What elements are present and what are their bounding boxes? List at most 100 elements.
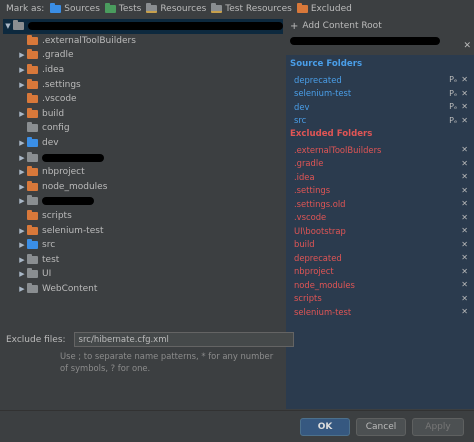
- folder-controls: Pₑ ✕: [449, 89, 468, 98]
- excluded-folder-item: .settings.old ✕: [294, 197, 468, 210]
- tree-item[interactable]: ▶ selenium-test: [3, 223, 283, 238]
- mark-test-resources-button[interactable]: Test Resources: [211, 3, 292, 14]
- expand-arrow-icon[interactable]: ▶: [17, 270, 27, 278]
- folder-icon: [27, 210, 38, 221]
- exclude-files-input[interactable]: [73, 332, 294, 347]
- tree-item[interactable]: ▶ .settings: [3, 77, 283, 92]
- folder-controls: ✕: [461, 226, 468, 235]
- remove-folder-icon[interactable]: ✕: [461, 226, 468, 235]
- tree-item[interactable]: ▶ WebContent: [3, 282, 283, 297]
- remove-folder-icon[interactable]: ✕: [461, 102, 468, 111]
- expand-arrow-icon[interactable]: ▶: [17, 183, 27, 191]
- tree-item[interactable]: .externalToolBuilders: [3, 34, 283, 49]
- folder-icon: [27, 49, 38, 60]
- tree-item[interactable]: scripts: [3, 209, 283, 224]
- tree-item[interactable]: config: [3, 121, 283, 136]
- tree-item[interactable]: ▶ .gradle: [3, 48, 283, 63]
- mark-sources-button[interactable]: Sources: [50, 3, 100, 14]
- add-content-root-button[interactable]: + Add Content Root: [286, 19, 474, 33]
- expand-arrow-icon[interactable]: ▶: [17, 81, 27, 89]
- excluded-folder-item: nbproject ✕: [294, 265, 468, 278]
- tree-item[interactable]: ▶: [3, 150, 283, 165]
- tree-item-label: WebContent: [42, 283, 98, 294]
- tree-item[interactable]: ▶ build: [3, 107, 283, 122]
- exclude-files-label: Exclude files:: [6, 334, 66, 345]
- remove-folder-icon[interactable]: ✕: [461, 294, 468, 303]
- folder-controls: ✕: [461, 267, 468, 276]
- expand-arrow-icon[interactable]: ▶: [17, 285, 27, 293]
- folder-controls: ✕: [461, 172, 468, 181]
- tree-item[interactable]: ▶ nbproject: [3, 165, 283, 180]
- expand-arrow-icon[interactable]: ▶: [17, 241, 27, 249]
- expand-arrow-icon[interactable]: ▶: [17, 168, 27, 176]
- tree-root-row[interactable]: ▼: [3, 19, 283, 34]
- folder-tree[interactable]: ▼ .externalToolBuilders ▶ .gradle ▶ .idea ▶ .s…: [3, 19, 283, 319]
- edit-package-prefix-icon[interactable]: Pₑ: [449, 116, 457, 125]
- expand-arrow-icon[interactable]: ▶: [17, 110, 27, 118]
- tree-item[interactable]: ▶: [3, 194, 283, 209]
- edit-package-prefix-icon[interactable]: Pₑ: [449, 75, 457, 84]
- mark-as-toolbar: Mark as: Sources Tests Resources Test Re…: [0, 0, 474, 18]
- source-folder-item: selenium-test Pₑ ✕: [294, 87, 468, 100]
- redacted-folder-name: [42, 153, 104, 162]
- tree-item[interactable]: ▶ dev: [3, 136, 283, 151]
- cancel-button[interactable]: Cancel: [356, 418, 406, 436]
- excluded-folder-item: .settings ✕: [294, 184, 468, 197]
- remove-folder-icon[interactable]: ✕: [461, 213, 468, 222]
- remove-folder-icon[interactable]: ✕: [461, 116, 468, 125]
- excluded-folder-item: deprecated ✕: [294, 251, 468, 264]
- blue-folder-icon: [50, 3, 62, 13]
- remove-content-root-icon[interactable]: ✕: [463, 41, 471, 51]
- tree-item[interactable]: ▶ UI: [3, 267, 283, 282]
- expand-arrow-icon[interactable]: ▶: [17, 227, 27, 235]
- folder-name: .vscode: [294, 212, 327, 222]
- remove-folder-icon[interactable]: ✕: [461, 240, 468, 249]
- edit-package-prefix-icon[interactable]: Pₑ: [449, 89, 457, 98]
- remove-folder-icon[interactable]: ✕: [461, 172, 468, 181]
- remove-folder-icon[interactable]: ✕: [461, 199, 468, 208]
- folder-icon: [27, 282, 38, 293]
- mark-excluded-button[interactable]: Excluded: [296, 3, 352, 14]
- expand-arrow-icon[interactable]: ▶: [17, 139, 27, 147]
- remove-folder-icon[interactable]: ✕: [461, 280, 468, 289]
- folder-name: dev: [294, 101, 310, 112]
- tree-item[interactable]: .vscode: [3, 92, 283, 107]
- expand-arrow-icon[interactable]: ▶: [17, 66, 27, 74]
- folder-name: nbproject: [294, 266, 334, 276]
- mark-as-label: Mark as:: [6, 4, 45, 14]
- folder-name: .settings.old: [294, 198, 346, 209]
- folder-icon: [27, 78, 38, 89]
- redacted-folder-name: [42, 197, 94, 206]
- remove-folder-icon[interactable]: ✕: [461, 145, 468, 154]
- remove-folder-icon[interactable]: ✕: [461, 89, 468, 98]
- apply-button[interactable]: Apply: [412, 418, 464, 436]
- tree-item[interactable]: ▶ test: [3, 253, 283, 268]
- mark-tests-button[interactable]: Tests: [104, 3, 141, 14]
- expand-arrow-icon[interactable]: ▶: [17, 154, 27, 162]
- remove-folder-icon[interactable]: ✕: [461, 267, 468, 276]
- remove-folder-icon[interactable]: ✕: [461, 159, 468, 168]
- expand-arrow-icon[interactable]: ▶: [17, 256, 27, 264]
- excluded-folder-item: .idea ✕: [294, 170, 468, 183]
- content-root-panel: + Add Content Root ✕ Source Folders depr…: [286, 19, 474, 409]
- remove-folder-icon[interactable]: ✕: [461, 253, 468, 262]
- tree-item-label: scripts: [42, 211, 72, 222]
- folder-name: UI\bootstrap: [294, 225, 346, 236]
- remove-folder-icon[interactable]: ✕: [461, 186, 468, 195]
- tree-item[interactable]: ▶ .idea: [3, 63, 283, 78]
- expand-arrow-icon[interactable]: ▼: [3, 22, 13, 30]
- expand-arrow-icon[interactable]: ▶: [17, 197, 27, 205]
- tree-item[interactable]: ▶ src: [3, 238, 283, 253]
- remove-folder-icon[interactable]: ✕: [461, 307, 468, 316]
- edit-package-prefix-icon[interactable]: Pₑ: [449, 102, 457, 111]
- folder-controls: ✕: [461, 253, 468, 262]
- exclude-files-hint: Use ; to separate name patterns, * for a…: [60, 351, 274, 373]
- remove-folder-icon[interactable]: ✕: [461, 75, 468, 84]
- expand-arrow-icon[interactable]: ▶: [17, 51, 27, 59]
- plus-icon: +: [290, 20, 299, 32]
- ok-button[interactable]: OK: [300, 418, 350, 436]
- mark-resources-button[interactable]: Resources: [146, 3, 206, 14]
- tree-item[interactable]: ▶ node_modules: [3, 180, 283, 195]
- folder-icon: [27, 195, 38, 206]
- excluded-folder-item: selenium-test ✕: [294, 305, 468, 318]
